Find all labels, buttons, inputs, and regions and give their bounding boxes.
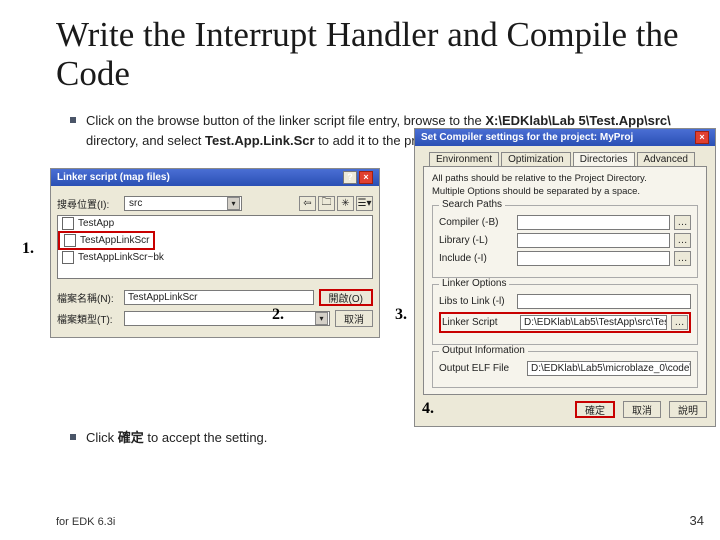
- output-elf-input[interactable]: D:\EDKlab\Lab5\microblaze_0\code\exe: [527, 361, 691, 376]
- bullet-1-mid: directory, and select: [86, 133, 205, 148]
- close-icon[interactable]: ×: [359, 171, 373, 184]
- list-item[interactable]: TestApp: [58, 216, 372, 231]
- browse-icon[interactable]: …: [674, 215, 691, 230]
- callout-2: 2.: [272, 306, 284, 324]
- callout-1: 1.: [22, 240, 34, 258]
- bullet-1-sel: Test.App.Link.Scr: [205, 133, 315, 148]
- linker-script-input[interactable]: D:\EDKlab\Lab5\TestApp\src\Test: [520, 315, 667, 330]
- back-icon[interactable]: ⇦: [299, 196, 316, 211]
- legend-search: Search Paths: [439, 199, 505, 210]
- file-listbox[interactable]: TestApp TestAppLinkScr TestAppLinkScr~bk: [57, 215, 373, 279]
- filename-input[interactable]: TestAppLinkScr: [124, 290, 314, 305]
- tab-directories[interactable]: Directories: [573, 152, 635, 166]
- up-folder-icon[interactable]: 🗀: [318, 196, 335, 211]
- settings-tabs: Environment Optimization Directories Adv…: [423, 152, 707, 166]
- filetype-label: 檔案類型(T):: [57, 311, 119, 326]
- group-output-info: Output Information Output ELF FileD:\EDK…: [432, 351, 698, 388]
- bullet-1-path: X:\EDKlab\Lab 5\Test.App\src\: [485, 113, 670, 128]
- browse-icon[interactable]: …: [674, 233, 691, 248]
- file-dialog-title: Linker script (map files): [57, 172, 170, 183]
- browse-icon[interactable]: …: [674, 251, 691, 266]
- ok-button[interactable]: 確定: [575, 401, 615, 418]
- new-folder-icon[interactable]: ✳: [337, 196, 354, 211]
- callout-4: 4.: [422, 400, 434, 418]
- note-line-2: Multiple Options should be separated by …: [432, 186, 698, 199]
- cancel-button-2[interactable]: 取消: [623, 401, 661, 418]
- include-input[interactable]: [517, 251, 670, 266]
- bullet-1-pre: Click on the browse button of the linker…: [86, 113, 485, 128]
- file-open-dialog: Linker script (map files) ? × 搜尋位置(I): s…: [50, 168, 380, 338]
- close-icon[interactable]: ×: [695, 131, 709, 144]
- compiler-settings-dialog: Set Compiler settings for the project: M…: [414, 128, 716, 427]
- cancel-button[interactable]: 取消: [335, 310, 373, 327]
- callout-3: 3.: [395, 306, 407, 324]
- label-libs: Libs to Link (-l): [439, 296, 513, 307]
- tab-body-directories: All paths should be relative to the Proj…: [423, 166, 707, 395]
- tab-optimization[interactable]: Optimization: [501, 152, 571, 166]
- list-item-selected[interactable]: TestAppLinkScr: [58, 231, 155, 250]
- label-compiler: Compiler (-B): [439, 217, 513, 228]
- open-button[interactable]: 開啟(O): [319, 289, 373, 306]
- footer-note: for EDK 6.3i: [56, 516, 115, 528]
- legend-linker: Linker Options: [439, 278, 509, 289]
- slide-title: Write the Interrupt Handler and Compile …: [56, 16, 700, 93]
- bullet-2-bold: 確定: [118, 430, 144, 445]
- list-item[interactable]: TestAppLinkScr~bk: [58, 250, 372, 265]
- libs-input[interactable]: [517, 294, 691, 309]
- group-search-paths: Search Paths Compiler (-B)… Library (-L)…: [432, 205, 698, 278]
- label-output-elf: Output ELF File: [439, 363, 523, 374]
- settings-dialog-titlebar: Set Compiler settings for the project: M…: [415, 129, 715, 146]
- help-icon[interactable]: ?: [343, 171, 357, 184]
- label-include: Include (-I): [439, 253, 513, 264]
- bullet-2: Click 確定 to accept the setting.: [70, 428, 700, 448]
- lookin-value: src: [129, 198, 142, 209]
- chevron-down-icon: ▾: [315, 312, 328, 325]
- view-menu-icon[interactable]: ☰▾: [356, 196, 373, 211]
- lookin-label: 搜尋位置(I):: [57, 196, 119, 211]
- lookin-dropdown[interactable]: src ▾: [124, 196, 242, 211]
- filename-label: 檔案名稱(N):: [57, 290, 119, 305]
- bullet-marker-icon: [70, 434, 76, 440]
- help-button[interactable]: 說明: [669, 401, 707, 418]
- library-input[interactable]: [517, 233, 670, 248]
- browse-icon[interactable]: …: [671, 315, 688, 330]
- bullet-2-pre: Click: [86, 430, 118, 445]
- note-line-1: All paths should be relative to the Proj…: [432, 173, 698, 186]
- compiler-input[interactable]: [517, 215, 670, 230]
- tab-environment[interactable]: Environment: [429, 152, 499, 166]
- bullet-2-post: to accept the setting.: [147, 430, 267, 445]
- settings-dialog-title: Set Compiler settings for the project: M…: [421, 132, 633, 143]
- filetype-dropdown[interactable]: ▾: [124, 311, 330, 326]
- chevron-down-icon: ▾: [227, 197, 240, 210]
- group-linker-options: Linker Options Libs to Link (-l) Linker …: [432, 284, 698, 345]
- tab-advanced[interactable]: Advanced: [637, 152, 695, 166]
- legend-output: Output Information: [439, 345, 528, 356]
- page-number: 34: [690, 513, 704, 528]
- file-dialog-titlebar: Linker script (map files) ? ×: [51, 169, 379, 186]
- bullet-marker-icon: [70, 117, 76, 123]
- label-library: Library (-L): [439, 235, 513, 246]
- label-linker-script: Linker Script: [442, 317, 516, 328]
